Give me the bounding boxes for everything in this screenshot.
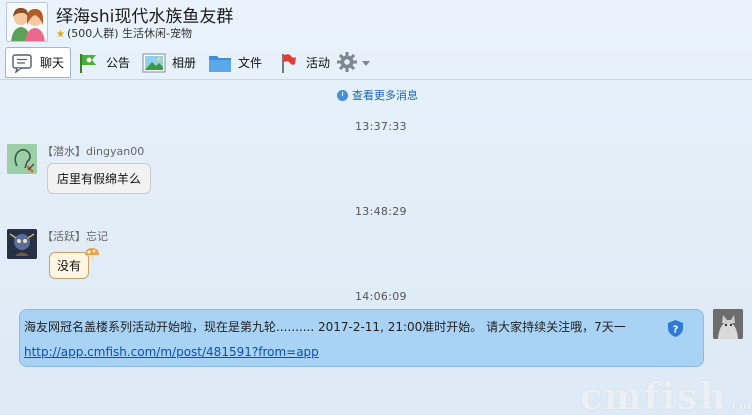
avatar[interactable] (7, 144, 37, 174)
avatar[interactable] (713, 309, 743, 339)
watermark-main: cmfish (580, 376, 728, 415)
tab-events[interactable]: 活动 (276, 47, 330, 78)
gear-icon (336, 51, 358, 76)
event-flag-icon (276, 52, 300, 74)
sender-rank: 【活跃】 (42, 230, 86, 243)
message-link[interactable]: http://app.cmfish.com/m/post/481591?from… (24, 345, 319, 359)
chevron-down-icon (362, 56, 370, 70)
message-bubble: 店里有假绵羊么 (47, 163, 152, 194)
group-category[interactable]: 生活休闲-宠物 (122, 27, 192, 40)
tab-album[interactable]: 相册 (142, 47, 196, 78)
photo-album-icon (142, 52, 166, 74)
sender-name[interactable]: 【潜水】dingyan00 (42, 143, 144, 159)
tab-files-label: 文件 (238, 56, 263, 70)
tab-files[interactable]: 文件 (208, 47, 262, 78)
watermark-suffix: .com (727, 398, 752, 412)
announcement-flag-icon (76, 52, 100, 74)
group-title: 绎海shi现代水族鱼友群 (56, 7, 234, 27)
sender-name[interactable]: 【活跃】忘记 (42, 228, 108, 244)
message-text: 海友网冠名盖楼系列活动开始啦，现在是第九轮.......... 2017-2-1… (24, 320, 626, 334)
member-count: (500人群) (66, 27, 119, 40)
chat-header: 绎海shi现代水族鱼友群 ★ (500人群) 生活休闲-宠物 (0, 0, 752, 44)
avatar[interactable] (7, 229, 37, 259)
view-more-messages-link[interactable]: 查看更多消息 (337, 87, 418, 103)
tab-bar: 聊天 公告 相册 文件 活动 (0, 46, 752, 80)
mushroom-sticker-icon (83, 246, 101, 267)
tab-announcement-label: 公告 (106, 56, 131, 70)
clock-icon (337, 89, 348, 101)
sender-nick: dingyan00 (86, 145, 145, 158)
star-icon: ★ (56, 29, 65, 40)
tab-album-label: 相册 (172, 56, 197, 70)
svg-text:?: ? (673, 325, 679, 336)
site-watermark: cmfish.com (580, 376, 752, 415)
group-meta: ★ (500人群) 生活休闲-宠物 (56, 25, 192, 41)
message-timestamp: 14:06:09 (355, 290, 407, 303)
security-shield-icon[interactable]: ? (668, 320, 683, 337)
sender-nick: 忘记 (86, 230, 108, 243)
settings-menu[interactable] (336, 50, 372, 76)
tab-chat-label: 聊天 (40, 56, 65, 70)
group-avatar[interactable] (6, 2, 48, 42)
message-text: 没有 (57, 259, 82, 273)
chat-icon (10, 52, 34, 74)
tab-chat[interactable]: 聊天 (5, 47, 72, 78)
self-message-bubble: 海友网冠名盖楼系列活动开始啦，现在是第九轮.......... 2017-2-1… (19, 309, 704, 367)
message-timestamp: 13:37:33 (355, 120, 407, 133)
view-more-messages-label: 查看更多消息 (352, 89, 418, 102)
message-timestamp: 13:48:29 (355, 205, 407, 218)
tab-events-label: 活动 (306, 56, 331, 70)
tab-announcement[interactable]: 公告 (76, 47, 130, 78)
sender-rank: 【潜水】 (42, 145, 86, 158)
folder-icon (208, 52, 232, 74)
